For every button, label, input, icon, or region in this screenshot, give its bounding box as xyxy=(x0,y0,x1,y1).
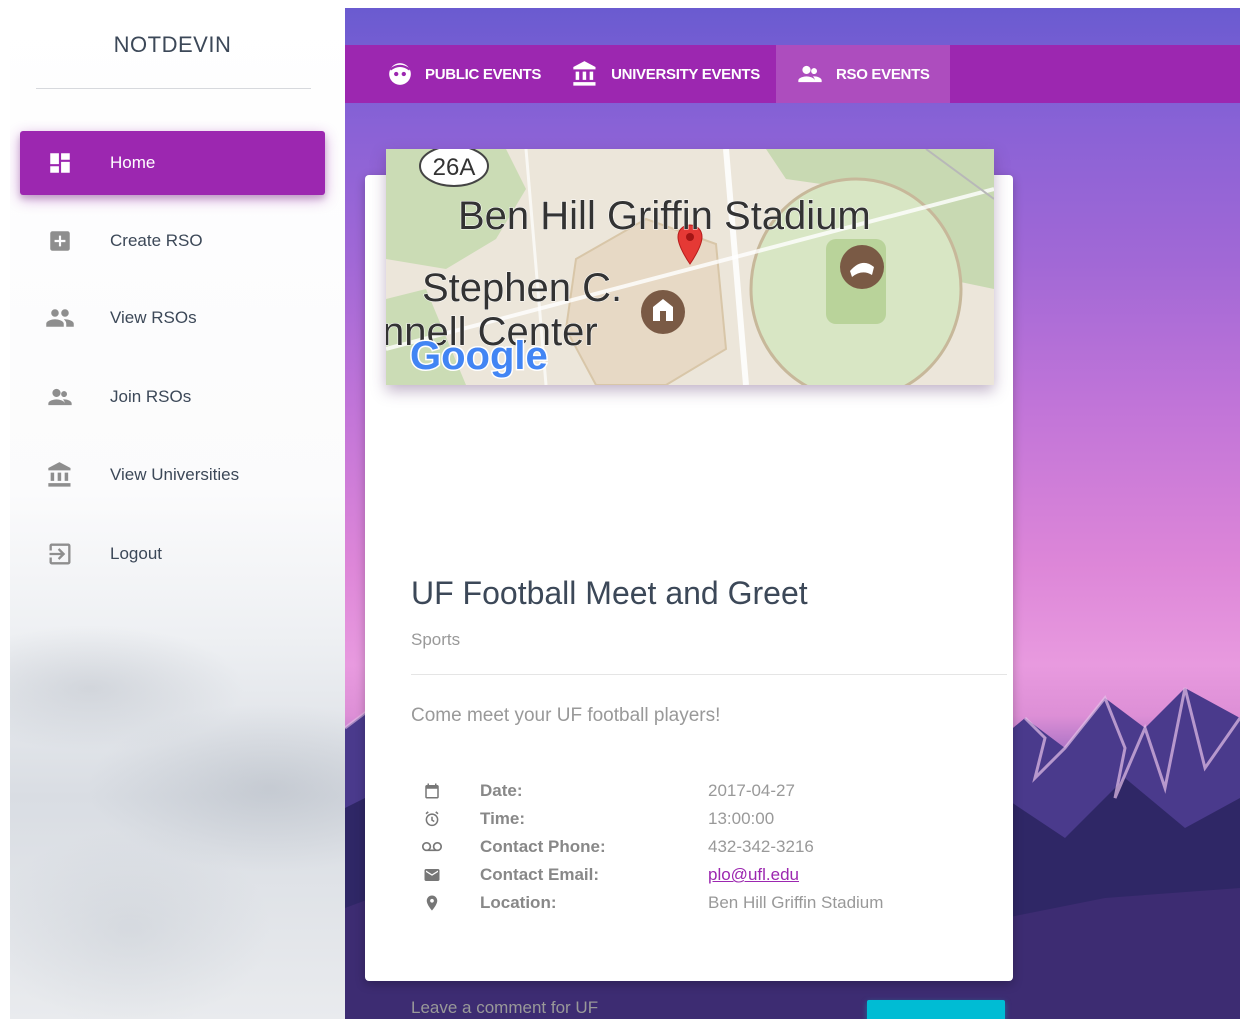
sidebar-background-mountains xyxy=(10,568,345,1019)
sidebar-item-label: View RSOs xyxy=(110,308,197,327)
event-title: UF Football Meet and Greet xyxy=(411,575,808,611)
map-label-center-line1: Stephen C. xyxy=(422,266,622,310)
map-canvas: 26A Ben Hill Griffin Stadium Stephen C. … xyxy=(386,149,994,385)
detail-label: Contact Phone: xyxy=(480,837,606,856)
event-category: Sports xyxy=(411,630,461,649)
detail-value: 13:00:00 xyxy=(708,809,775,828)
detail-row-time: Time: 13:00:00 xyxy=(421,805,981,833)
email-icon xyxy=(421,866,443,884)
detail-row-email: Contact Email: plo@ufl.edu xyxy=(421,861,981,889)
logout-icon xyxy=(44,538,76,570)
detail-label: Date: xyxy=(480,781,523,800)
event-details: Date: 2017-04-27 Time: 13:00:00 Contact … xyxy=(421,777,981,917)
sidebar-item-view-rsos[interactable]: View RSOs xyxy=(20,286,325,350)
detail-row-location: Location: Ben Hill Griffin Stadium xyxy=(421,889,981,917)
sidebar-item-home[interactable]: Home xyxy=(20,131,325,195)
event-map[interactable]: 26A Ben Hill Griffin Stadium Stephen C. … xyxy=(386,149,994,385)
sidebar-item-join-rsos[interactable]: Join RSOs xyxy=(20,365,325,429)
university-icon xyxy=(44,459,76,491)
detail-label: Time: xyxy=(480,809,526,828)
card-divider xyxy=(411,674,1007,675)
google-logo: Google xyxy=(409,333,550,380)
sidebar-item-label: Create RSO xyxy=(110,231,203,250)
sidebar-item-logout[interactable]: Logout xyxy=(20,522,325,586)
sidebar-item-view-universities[interactable]: View Universities xyxy=(20,443,325,507)
add-box-icon xyxy=(44,225,76,257)
contact-email-link[interactable]: plo@ufl.edu xyxy=(708,865,799,885)
top-tab-bar: PUBLIC EVENTS UNIVERSITY EVENTS RSO EVEN… xyxy=(345,45,1240,103)
sidebar: NOTDEVIN Home Create RSO View RSOs Join … xyxy=(10,8,345,1019)
sidebar-item-create-rso[interactable]: Create RSO xyxy=(20,209,325,273)
university-icon xyxy=(571,60,599,88)
detail-label: Contact Email: xyxy=(480,865,600,884)
submit-button[interactable]: SUBMIT xyxy=(867,1000,1005,1019)
location-pin-icon xyxy=(421,894,443,912)
detail-row-date: Date: 2017-04-27 xyxy=(421,777,981,805)
svg-text:Google: Google xyxy=(410,334,548,378)
voicemail-icon xyxy=(421,837,443,857)
map-road-marker: 26A xyxy=(433,154,476,181)
dashboard-icon xyxy=(44,147,76,179)
brand-title: NOTDEVIN xyxy=(113,32,232,57)
group-add-icon xyxy=(44,381,76,413)
detail-value: Ben Hill Griffin Stadium xyxy=(708,893,884,912)
detail-value: 2017-04-27 xyxy=(708,781,795,800)
tab-public-events[interactable]: PUBLIC EVENTS xyxy=(373,45,557,103)
group-icon xyxy=(44,302,76,334)
sidebar-item-label: Home xyxy=(110,153,156,172)
sidebar-item-label: Join RSOs xyxy=(110,387,192,406)
detail-row-phone: Contact Phone: 432-342-3216 xyxy=(421,833,981,861)
tab-label: PUBLIC EVENTS xyxy=(425,65,542,83)
alarm-icon xyxy=(421,810,443,828)
tab-university-events[interactable]: UNIVERSITY EVENTS xyxy=(557,45,776,103)
tab-rso-events[interactable]: RSO EVENTS xyxy=(775,45,950,103)
brand-divider xyxy=(36,88,311,89)
detail-value: 432-342-3216 xyxy=(708,837,814,856)
calendar-icon xyxy=(421,782,443,800)
tab-label: RSO EVENTS xyxy=(835,65,930,83)
event-description: Come meet your UF football players! xyxy=(411,705,721,726)
detail-label: Location: xyxy=(480,893,557,912)
tab-label: UNIVERSITY EVENTS xyxy=(611,65,760,83)
main-panel: PUBLIC EVENTS UNIVERSITY EVENTS RSO EVEN… xyxy=(345,8,1240,1019)
sidebar-item-label: View Universities xyxy=(110,465,240,484)
sidebar-item-label: Logout xyxy=(110,544,162,563)
comment-prompt[interactable]: Leave a comment for UF Football Meet and… xyxy=(411,995,641,1019)
group-icon xyxy=(796,60,824,88)
map-label-stadium: Ben Hill Griffin Stadium xyxy=(458,194,871,238)
face-icon xyxy=(387,61,413,87)
